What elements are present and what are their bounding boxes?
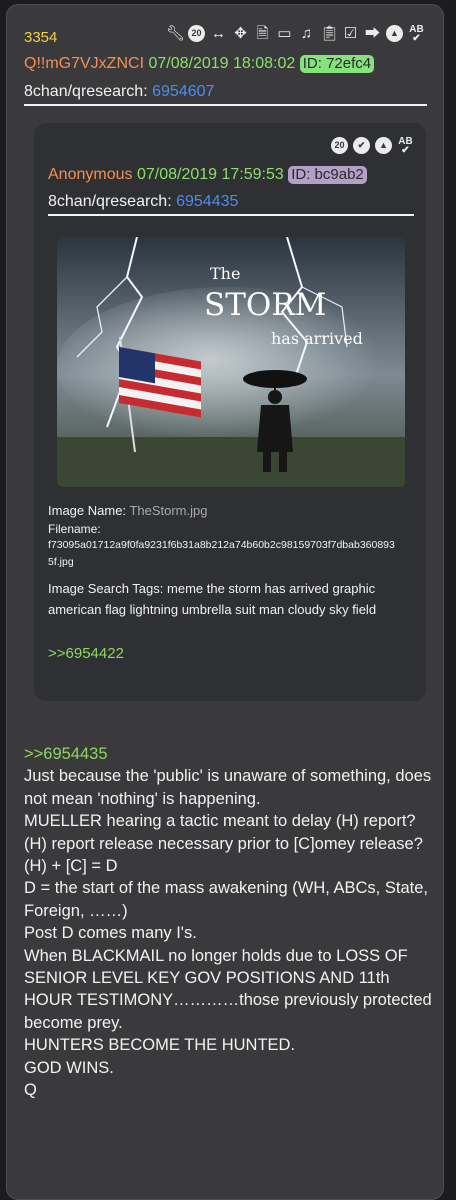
quoted-author: Anonymous — [48, 166, 133, 183]
quoted-id-badge[interactable]: ID: bc9ab2 — [288, 166, 367, 184]
body-line: GOD WINS. — [24, 1058, 114, 1077]
wrench-icon[interactable]: 🔧︎ — [166, 25, 185, 42]
filename-label: Filename: — [48, 522, 101, 536]
image-name-row: Image Name: TheStorm.jpg — [48, 503, 207, 518]
translate-ab-icon[interactable]: AB ✔ — [397, 137, 414, 156]
image-tags: Image Search Tags: meme the storm has ar… — [48, 578, 418, 620]
quoted-post: 20 ✔ ▲ AB ✔ Anonymous 07/08/2019 17:59:53… — [34, 123, 426, 701]
body-line: D = the start of the mass awakening (WH,… — [24, 879, 428, 920]
body-line: Q — [24, 1081, 37, 1100]
quoted-toolbar: 20 ✔ ▲ AB ✔ — [331, 137, 414, 156]
timer-20-icon[interactable]: 20 — [331, 137, 348, 154]
image-caption-the: The — [210, 264, 240, 283]
post-link[interactable]: 6954607 — [152, 83, 214, 100]
check-circle-icon[interactable]: ✔ — [353, 137, 370, 154]
body-line: When BLACKMAIL no longer holds due to LO… — [24, 946, 432, 1032]
filename-line-1[interactable]: f73095a01712a9f0fa9231f6b31a8b212a74b60b… — [48, 539, 395, 551]
body-line: MUELLER hearing a tactic meant to delay … — [24, 812, 416, 831]
image-name-label: Image Name: — [48, 503, 127, 518]
filename-line-2[interactable]: 5f.jpg — [48, 556, 74, 568]
post-number[interactable]: 3354 — [24, 29, 57, 46]
post-card: 3354 🔧︎ 20 ↔ ✥ 🗎 ▭ ♫ 📋︎ ☑ ⮕ ▲ AB ✔ Q!!mG7… — [6, 4, 444, 1200]
quoted-datetime: 07/08/2019 17:59:53 — [136, 166, 284, 183]
share-icon[interactable]: ⮕ — [364, 25, 381, 42]
document-icon[interactable]: 🗎 — [254, 25, 271, 42]
up-arrow-circle-icon[interactable]: ▲ — [386, 25, 403, 42]
post-header: Q!!mG7VJxZNCI 07/08/2019 18:08:02 ID: 72… — [24, 55, 375, 73]
image-tags-label: Image Search Tags: — [48, 581, 164, 596]
image-caption-storm: STORM — [204, 287, 326, 323]
body-line: HUNTERS BECOME THE HUNTED. — [24, 1036, 296, 1055]
poster-id-badge[interactable]: ID: 72efc4 — [299, 55, 375, 73]
post-toolbar: 🔧︎ 20 ↔ ✥ 🗎 ▭ ♫ 📋︎ ☑ ⮕ ▲ AB ✔ — [166, 25, 425, 44]
translate-ab-icon[interactable]: AB ✔ — [408, 25, 425, 44]
quoted-post-link[interactable]: 6954435 — [176, 193, 238, 210]
quoted-reply-link[interactable]: >>6954422 — [48, 645, 124, 662]
horizontal-arrows-icon[interactable]: ↔ — [210, 25, 227, 42]
up-arrow-circle-icon[interactable]: ▲ — [375, 137, 392, 154]
quoted-divider — [48, 214, 414, 216]
quoted-board-name: 8chan/qresearch: — [48, 193, 172, 210]
board-name: 8chan/qresearch: — [24, 83, 148, 100]
body-line: Just because the 'public' is unaware of … — [24, 767, 432, 808]
image-caption-arrived: has arrived — [271, 329, 363, 348]
header-divider — [24, 104, 427, 106]
tripcode: Q!!mG7VJxZNCI — [24, 55, 145, 72]
storm-image[interactable]: The STORM has arrived — [57, 237, 405, 487]
storm-image-graphic: The STORM has arrived — [57, 237, 405, 487]
clipboard-icon[interactable]: 📋︎ — [320, 25, 339, 42]
post-body: >>6954435 Just because the 'public' is u… — [24, 743, 434, 1102]
quoted-header: Anonymous 07/08/2019 17:59:53 ID: bc9ab2 — [48, 166, 367, 184]
body-reply-link[interactable]: >>6954435 — [24, 743, 434, 765]
body-line: (H) + [C] = D — [24, 857, 118, 876]
post-datetime: 07/08/2019 18:08:02 — [148, 55, 296, 72]
body-line: Post D comes many I's. — [24, 924, 197, 943]
move-icon[interactable]: ✥ — [232, 25, 249, 42]
body-line: (H) report release necessary prior to [C… — [24, 834, 423, 853]
quoted-board-line: 8chan/qresearch: 6954435 — [48, 193, 238, 211]
clipboard-check-icon[interactable]: ☑ — [342, 25, 359, 42]
timer-20-icon[interactable]: 20 — [188, 25, 205, 42]
board-line: 8chan/qresearch: 6954607 — [24, 83, 214, 101]
vr-headset-icon[interactable]: ▭ — [276, 25, 293, 42]
music-note-icon[interactable]: ♫ — [298, 25, 315, 42]
image-name-value[interactable]: TheStorm.jpg — [129, 503, 207, 518]
